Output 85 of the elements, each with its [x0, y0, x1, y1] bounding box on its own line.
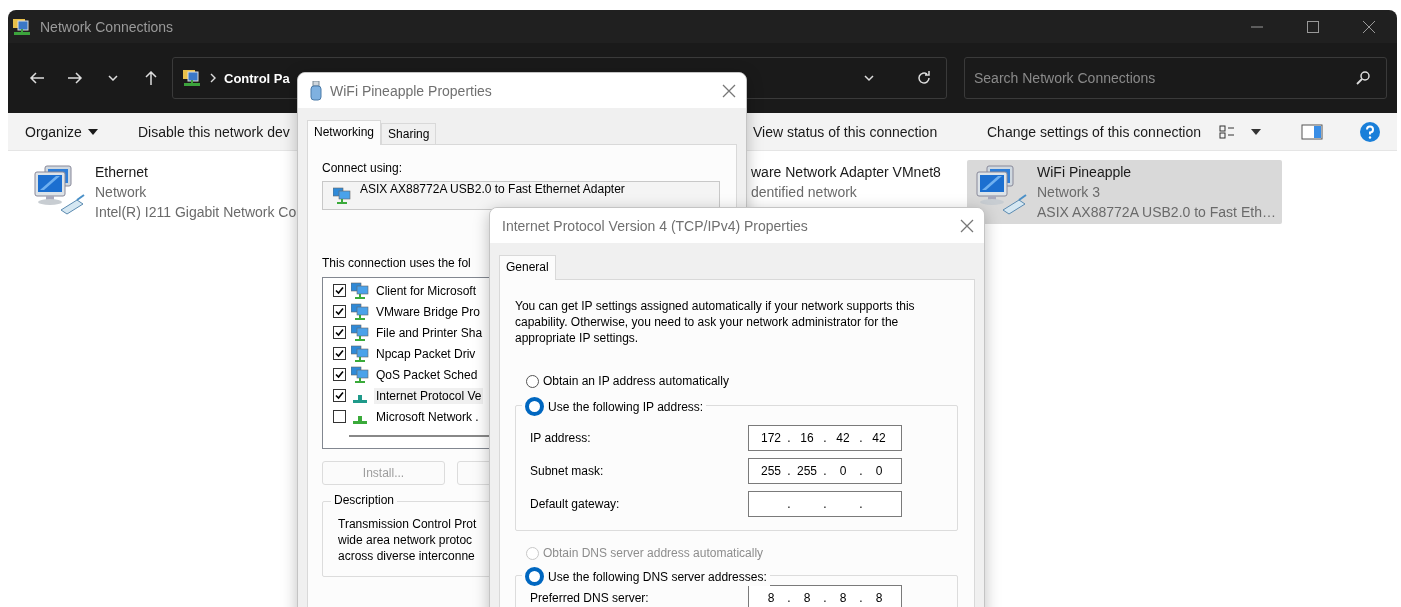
chevron-right-icon [208, 72, 218, 84]
close-icon[interactable] [1363, 20, 1375, 33]
component-item[interactable]: Client for Microsoft [374, 282, 479, 299]
component-item[interactable]: Internet Protocol Ve [374, 387, 484, 404]
connection-device: ASIX AX88772A USB2.0 to Fast Eth… [1037, 203, 1276, 222]
help-icon[interactable] [1359, 120, 1381, 143]
connection-status: Network [95, 183, 148, 202]
dialog-title: Internet Protocol Version 4 (TCP/IPv4) Properties [502, 217, 809, 234]
back-arrow-icon[interactable] [29, 72, 45, 84]
connection-status: Network 3 [1037, 183, 1102, 202]
ip-address-field[interactable]: 8 . 8 . 8 . 8 [748, 585, 902, 607]
component-item[interactable]: Microsoft Network . [374, 408, 481, 425]
description-text: across diverse interconne [338, 548, 475, 564]
network-service-icon [351, 365, 369, 384]
description-text: Transmission Control Prot [338, 516, 477, 532]
dialog-title: WiFi Pineapple Properties [330, 82, 493, 99]
network-service-icon [351, 302, 369, 321]
checkbox[interactable] [333, 326, 346, 339]
adapter-name: ASIX AX88772A USB2.0 to Fast Ethernet Adapter [360, 182, 625, 196]
chevron-down-icon[interactable] [108, 75, 118, 81]
organize-menu[interactable]: Organize [25, 123, 98, 140]
ip-address-field[interactable]: . . . [748, 491, 902, 517]
search-icon [1356, 71, 1370, 85]
network-folder-icon [182, 68, 202, 88]
radio-label[interactable]: Obtain an IP address automatically [543, 374, 729, 388]
checkbox[interactable] [333, 410, 346, 423]
search-field[interactable]: Search Network Connections [964, 57, 1387, 99]
component-item[interactable]: File and Printer Sha [374, 324, 485, 341]
network-folder-icon [12, 16, 32, 37]
field-label: Preferred DNS server: [530, 591, 650, 605]
dialog-tab[interactable]: Networking [307, 120, 382, 145]
checkbox[interactable] [333, 305, 346, 318]
connection-name: Ethernet [95, 163, 149, 182]
caret-icon [1251, 128, 1261, 135]
network-service-icon [351, 344, 369, 363]
connection-device: Intel(R) I211 Gigabit Network Co [95, 203, 297, 222]
field-label: Connect using: [322, 161, 403, 175]
minimize-icon[interactable] [1251, 25, 1263, 28]
field-label: Subnet mask: [530, 464, 605, 478]
radio-button[interactable] [526, 374, 539, 388]
usb-adapter-icon [310, 80, 322, 101]
toolbar-command[interactable]: View status of this connection [753, 123, 938, 140]
connection-name: ware Network Adapter VMnet8 [751, 163, 941, 182]
intro-text: You can get IP settings assigned automatically if your network supports this capability. Otherwise, you need to ask your network administrator for the appropriate IP settings. [515, 298, 916, 346]
toolbar-command[interactable]: Disable this network dev [138, 123, 290, 140]
view-options-icon[interactable] [1219, 123, 1237, 140]
close-icon[interactable] [722, 83, 736, 98]
dialog-tab[interactable]: General [499, 255, 556, 280]
field-label: This connection uses the fol [322, 256, 471, 270]
maximize-icon[interactable] [1307, 20, 1319, 33]
search-placeholder: Search Network Connections [974, 70, 1157, 86]
caret-icon [87, 128, 98, 135]
checkbox[interactable] [333, 368, 346, 381]
component-item[interactable]: QoS Packet Sched [374, 366, 480, 383]
radio-button[interactable] [525, 397, 544, 416]
radio-button[interactable] [525, 567, 544, 586]
component-item[interactable]: VMware Bridge Pro [374, 303, 483, 320]
radio-label[interactable]: Use the following DNS server addresses: [548, 569, 767, 584]
checkbox[interactable] [333, 284, 346, 297]
connection-item[interactable]: Ethernet Network Intel(R) I211 Gigabit Network Co [25, 160, 303, 224]
description-text: wide area network protoc [338, 532, 473, 548]
connection-status: dentified network [751, 183, 858, 202]
connection-item[interactable]: WiFi Pineapple Network 3 ASIX AX88772A USB2.0 to Fast Eth… [967, 160, 1282, 224]
protocol-icon [353, 415, 367, 424]
dialog-tab[interactable]: Sharing [381, 123, 437, 144]
network-service-icon [351, 323, 369, 342]
group-legend: Description [334, 493, 395, 507]
ip-address-field[interactable]: 172 . 16 . 42 . 42 [748, 425, 902, 451]
up-arrow-icon[interactable] [145, 71, 157, 85]
close-icon[interactable] [960, 218, 974, 233]
protocol-icon [353, 394, 367, 403]
connection-name: WiFi Pineapple [1037, 163, 1133, 182]
component-item[interactable]: Npcap Packet Driv [374, 345, 478, 362]
toolbar-command[interactable]: Change settings of this connection [987, 123, 1202, 140]
field-label: IP address: [530, 431, 592, 445]
preview-pane-icon[interactable] [1301, 123, 1323, 140]
field-label: Default gateway: [530, 497, 621, 511]
checkbox[interactable] [333, 347, 346, 360]
window-title: Network Connections [40, 18, 175, 35]
forward-arrow-icon[interactable] [67, 72, 83, 84]
network-service-icon [351, 281, 369, 300]
checkbox[interactable] [333, 389, 346, 402]
ip-address-field[interactable]: 255 . 255 . 0 . 0 [748, 458, 902, 484]
network-adapter-icon [333, 186, 351, 205]
refresh-icon[interactable] [916, 70, 932, 86]
